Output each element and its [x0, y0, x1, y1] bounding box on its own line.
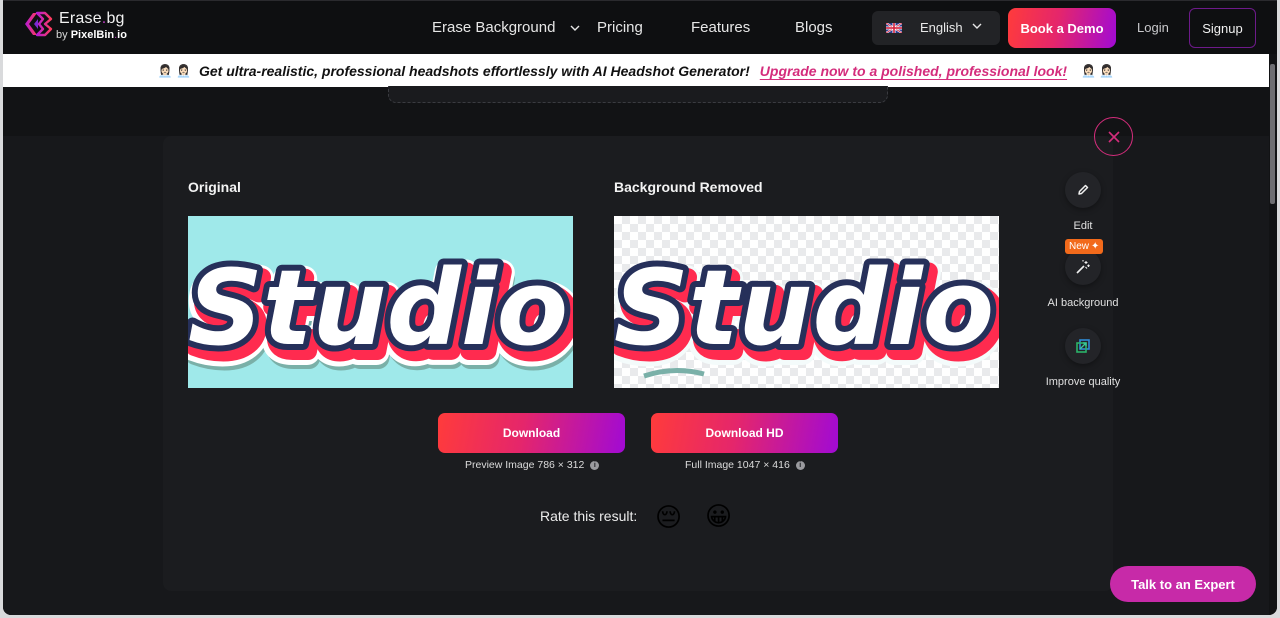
headshot-emoji-icon: 👩🏻‍💼 👩🏻‍💼 [1081, 63, 1115, 78]
upgrade-link[interactable]: Upgrade now to a polished, professional … [760, 63, 1067, 79]
scrollbar-thumb[interactable] [1270, 64, 1275, 204]
studio-image-graphic: Studio Studio Studio Studio [188, 241, 573, 388]
nav-erase-background[interactable]: Erase Background [432, 19, 580, 36]
top-navbar: Erase.bg by PixelBin.io Erase Background… [3, 0, 1277, 54]
close-icon [1107, 130, 1120, 143]
new-badge: New ✦ [1065, 239, 1104, 254]
headshot-emoji-icon: 👩🏻‍💼 👩🏻‍💼 [157, 63, 191, 78]
promo-message: Get ultra-realistic, professional headsh… [198, 62, 750, 79]
chevron-down-icon [570, 25, 580, 32]
tool-label: AI background [1047, 297, 1119, 309]
logo-title: Erase.bg [59, 10, 125, 27]
studio-image-graphic: Studio Studio Studio [614, 241, 999, 388]
chevron-down-icon [972, 23, 982, 29]
nav-blogs[interactable]: Blogs [795, 19, 833, 36]
language-label: English [920, 20, 963, 35]
edit-tool-button[interactable]: Edit [1028, 172, 1138, 232]
badge-label: New [1069, 241, 1090, 252]
rate-bad-button[interactable]: 😔 [655, 503, 682, 533]
background-removed-title: Background Removed [614, 179, 763, 195]
tool-label: Edit [1073, 220, 1093, 232]
info-icon[interactable]: i [590, 460, 600, 470]
full-image-caption: Full Image 1047 × 416 i [685, 459, 805, 471]
tool-label: Improve quality [1045, 376, 1121, 388]
upload-dropzone[interactable] [388, 86, 888, 103]
svg-text:Studio: Studio [188, 247, 568, 369]
magic-wand-icon [1076, 260, 1090, 274]
logo[interactable]: Erase.bg by PixelBin.io [23, 10, 127, 42]
preview-image-caption: Preview Image 786 × 312 i [465, 459, 600, 471]
nav-features[interactable]: Features [691, 19, 750, 36]
uk-flag-icon [886, 23, 902, 33]
nav-label: Erase Background [432, 19, 556, 36]
background-removed-image: Studio Studio Studio [614, 216, 999, 388]
ai-background-tool-button[interactable]: New ✦ AI background [1028, 239, 1138, 309]
promo-banner: 👩🏻‍💼 👩🏻‍💼 Get ultra-realistic, professio… [3, 54, 1269, 87]
talk-to-expert-button[interactable]: Talk to an Expert [1110, 566, 1256, 602]
original-image: Studio Studio Studio Studio [188, 216, 573, 388]
rate-good-button[interactable]: 😀 [705, 502, 732, 532]
info-icon[interactable]: i [795, 460, 805, 470]
svg-text:Studio: Studio [614, 247, 994, 369]
improve-quality-tool-button[interactable]: Improve quality [1028, 328, 1138, 388]
logo-subtitle: by PixelBin.io [56, 29, 127, 41]
book-demo-button[interactable]: Book a Demo [1008, 8, 1116, 48]
caption-text: Full Image 1047 × 416 [685, 459, 790, 471]
close-button[interactable] [1094, 117, 1133, 156]
login-link[interactable]: Login [1137, 20, 1169, 35]
result-card: Original Background Removed Studio Studi… [163, 136, 1120, 591]
original-title: Original [188, 179, 241, 195]
sparkle-icon: ✦ [1091, 241, 1100, 252]
erase-bg-logo-icon [25, 11, 53, 37]
nav-pricing[interactable]: Pricing [597, 19, 643, 36]
caption-text: Preview Image 786 × 312 [465, 459, 585, 471]
rate-label: Rate this result: [540, 508, 638, 524]
upscale-icon [1076, 339, 1090, 353]
download-hd-button[interactable]: Download HD [651, 413, 838, 453]
signup-button[interactable]: Signup [1189, 8, 1256, 48]
pencil-icon [1078, 184, 1089, 195]
browser-viewport: Erase.bg by PixelBin.io Erase Background… [3, 0, 1277, 615]
download-button[interactable]: Download [438, 413, 625, 453]
language-selector[interactable]: English [872, 11, 1000, 45]
